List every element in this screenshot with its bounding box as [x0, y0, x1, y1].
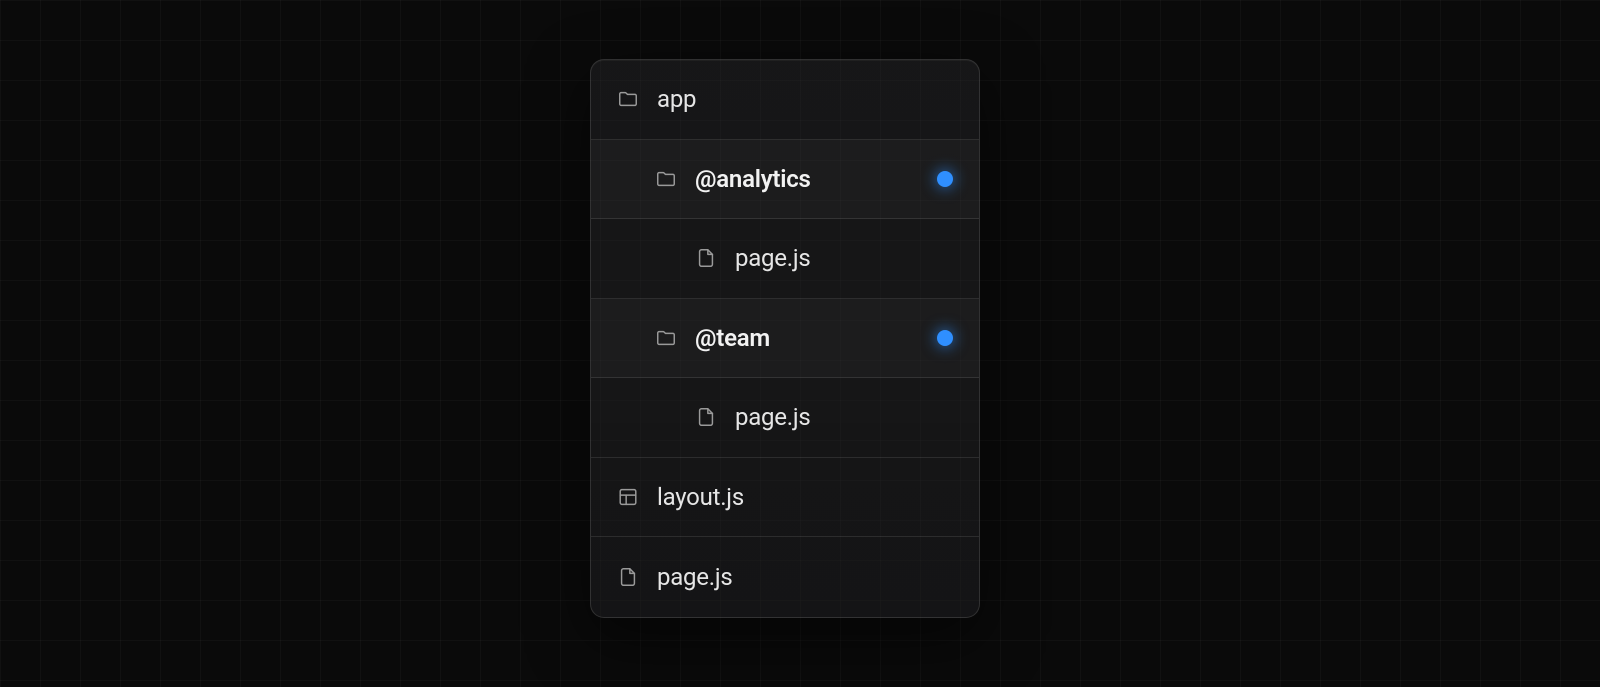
file-icon [617, 566, 639, 588]
file-icon [695, 406, 717, 428]
tree-file-layout[interactable]: layout.js [591, 458, 979, 538]
folder-icon [655, 327, 677, 349]
file-icon [695, 247, 717, 269]
layout-icon [617, 486, 639, 508]
status-dot-icon [937, 171, 953, 187]
file-tree-panel: app @analytics page.js @team page.js lay… [590, 59, 980, 618]
tree-file-row[interactable]: page.js [591, 378, 979, 458]
tree-folder-team[interactable]: @team [591, 299, 979, 379]
tree-item-label: page.js [657, 563, 733, 591]
folder-icon [617, 88, 639, 110]
tree-item-label: @team [695, 324, 770, 352]
status-dot-icon [937, 330, 953, 346]
tree-item-label: app [657, 85, 696, 113]
tree-item-label: page.js [735, 403, 811, 431]
tree-root-row[interactable]: app [591, 60, 979, 140]
tree-item-label: @analytics [695, 165, 811, 193]
tree-item-label: layout.js [657, 483, 744, 511]
folder-icon [655, 168, 677, 190]
tree-folder-analytics[interactable]: @analytics [591, 140, 979, 220]
tree-file-row[interactable]: page.js [591, 219, 979, 299]
tree-file-page[interactable]: page.js [591, 537, 979, 617]
tree-item-label: page.js [735, 244, 811, 272]
